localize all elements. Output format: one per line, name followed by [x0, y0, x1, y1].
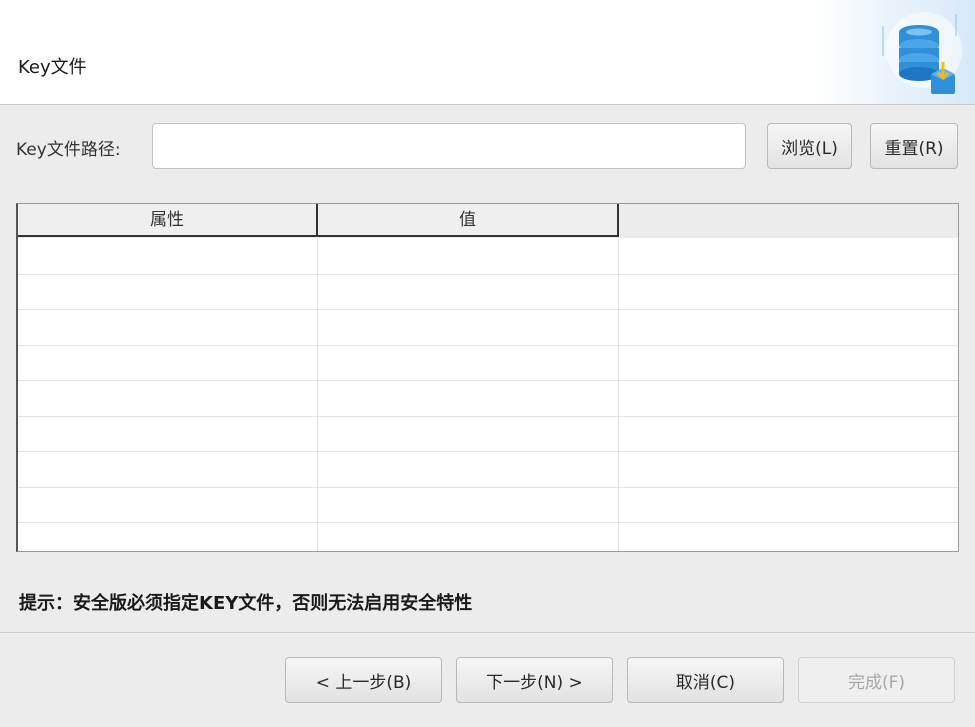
table-cell-property: [18, 310, 318, 345]
table-cell-value: [318, 381, 619, 416]
column-header-value[interactable]: 值: [318, 204, 619, 237]
table-cell-filler: [619, 239, 958, 274]
browse-button[interactable]: 浏览(L): [767, 123, 852, 169]
table-header: 属性 值: [18, 204, 958, 238]
properties-table: 属性 值: [16, 203, 959, 552]
table-cell-value: [318, 416, 619, 451]
table-cell-filler: [619, 523, 958, 551]
header-banner: [815, 0, 975, 104]
table-cell-filler: [619, 275, 958, 310]
table-row[interactable]: [18, 239, 958, 275]
column-header-empty: [619, 204, 958, 237]
table-cell-filler: [619, 488, 958, 523]
table-cell-value: [318, 452, 619, 487]
table-cell-property: [18, 523, 318, 551]
database-download-icon: [882, 12, 962, 94]
table-body: [18, 239, 958, 551]
table-cell-filler: [619, 452, 958, 487]
table-row[interactable]: [18, 345, 958, 381]
table-cell-property: [18, 381, 318, 416]
table-cell-filler: [619, 417, 958, 452]
table-row[interactable]: [18, 416, 958, 452]
hint-text: 提示：安全版必须指定KEY文件，否则无法启用安全特性: [19, 593, 473, 614]
table-row[interactable]: [18, 310, 958, 346]
reset-button[interactable]: 重置(R): [870, 123, 958, 169]
table-cell-filler: [619, 346, 958, 381]
table-cell-property: [18, 416, 318, 451]
key-file-dialog: Key文件 Key文件路径: 浏览(L) 重置(R) 属性 值 提示：安全版必须…: [0, 0, 975, 727]
footer-divider: [0, 632, 975, 633]
table-cell-value: [318, 239, 619, 274]
column-header-property[interactable]: 属性: [18, 204, 318, 237]
table-cell-value: [318, 487, 619, 522]
table-cell-filler: [619, 310, 958, 345]
key-path-label: Key文件路径:: [16, 140, 121, 160]
table-cell-property: [18, 452, 318, 487]
table-cell-value: [318, 523, 619, 551]
next-button[interactable]: 下一步(N) >: [456, 657, 613, 703]
table-cell-value: [318, 345, 619, 380]
table-row[interactable]: [18, 274, 958, 310]
finish-button[interactable]: 完成(F): [798, 657, 955, 703]
table-row[interactable]: [18, 523, 958, 551]
table-cell-value: [318, 274, 619, 309]
page-title: Key文件: [18, 57, 87, 78]
table-cell-property: [18, 487, 318, 522]
dialog-header: Key文件: [0, 0, 975, 105]
table-cell-property: [18, 345, 318, 380]
table-cell-value: [318, 310, 619, 345]
table-cell-property: [18, 274, 318, 309]
cancel-button[interactable]: 取消(C): [627, 657, 784, 703]
key-path-input[interactable]: [152, 123, 746, 169]
table-row[interactable]: [18, 487, 958, 523]
table-row[interactable]: [18, 381, 958, 417]
table-cell-property: [18, 239, 318, 274]
table-row[interactable]: [18, 452, 958, 488]
table-cell-filler: [619, 381, 958, 416]
back-button[interactable]: < 上一步(B): [285, 657, 442, 703]
